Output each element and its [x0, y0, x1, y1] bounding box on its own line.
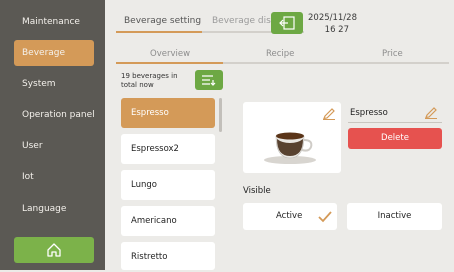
- edit-name-icon[interactable]: [424, 105, 438, 119]
- scrollbar[interactable]: [219, 98, 222, 132]
- sidebar-item-language[interactable]: Language: [0, 196, 105, 222]
- list-add-button[interactable]: [195, 70, 223, 90]
- subtab-underline: [223, 62, 449, 64]
- beverage-count: 19 beverages in total now: [121, 72, 178, 90]
- home-button[interactable]: [14, 237, 94, 263]
- sidebar: Maintenance Beverage System Operation pa…: [0, 0, 105, 270]
- tab-beverage-setting[interactable]: Beverage setting: [124, 16, 201, 26]
- list-item-espresso[interactable]: Espresso: [121, 98, 215, 128]
- delete-button[interactable]: Delete: [348, 128, 442, 149]
- list-item-ristretto[interactable]: Ristretto: [121, 242, 215, 270]
- date-text: 2025/11/28: [308, 13, 357, 23]
- home-icon: [47, 243, 61, 257]
- beverage-image-card[interactable]: [243, 102, 341, 173]
- beverage-count-line1: 19 beverages in: [121, 72, 178, 80]
- edit-image-icon[interactable]: [322, 106, 336, 120]
- sidebar-item-user[interactable]: User: [0, 133, 105, 159]
- list-item-americano[interactable]: Americano: [121, 206, 215, 236]
- datetime: 2025/11/28 16 27: [305, 12, 357, 36]
- time-text: 16 27: [324, 25, 349, 35]
- sidebar-item-beverage[interactable]: Beverage: [14, 40, 94, 66]
- sidebar-item-maintenance[interactable]: Maintenance: [0, 9, 105, 35]
- visibility-active-option[interactable]: Active: [243, 203, 337, 230]
- beverage-count-line2: total now: [121, 81, 154, 89]
- list-item-lungo[interactable]: Lungo: [121, 170, 215, 200]
- subtab-underline-active: [116, 62, 223, 64]
- sidebar-item-system[interactable]: System: [0, 71, 105, 97]
- inactive-label: Inactive: [377, 211, 412, 221]
- tab-underline-active: [116, 31, 202, 33]
- list-icon: [202, 75, 216, 86]
- tab-overview[interactable]: Overview: [150, 49, 190, 59]
- visibility-inactive-option[interactable]: Inactive: [347, 203, 442, 230]
- tab-price[interactable]: Price: [382, 49, 403, 59]
- exit-icon: [279, 16, 295, 30]
- back-button[interactable]: [271, 12, 303, 34]
- visible-label: Visible: [243, 186, 271, 196]
- active-label: Active: [276, 211, 303, 221]
- tab-recipe[interactable]: Recipe: [266, 49, 294, 59]
- name-field-underline: [348, 122, 442, 123]
- checkmark-icon: [318, 211, 332, 223]
- sidebar-item-iot[interactable]: Iot: [0, 164, 105, 190]
- sidebar-item-operation-panel[interactable]: Operation panel: [0, 102, 105, 128]
- list-item-espressox2[interactable]: Espressox2: [121, 134, 215, 164]
